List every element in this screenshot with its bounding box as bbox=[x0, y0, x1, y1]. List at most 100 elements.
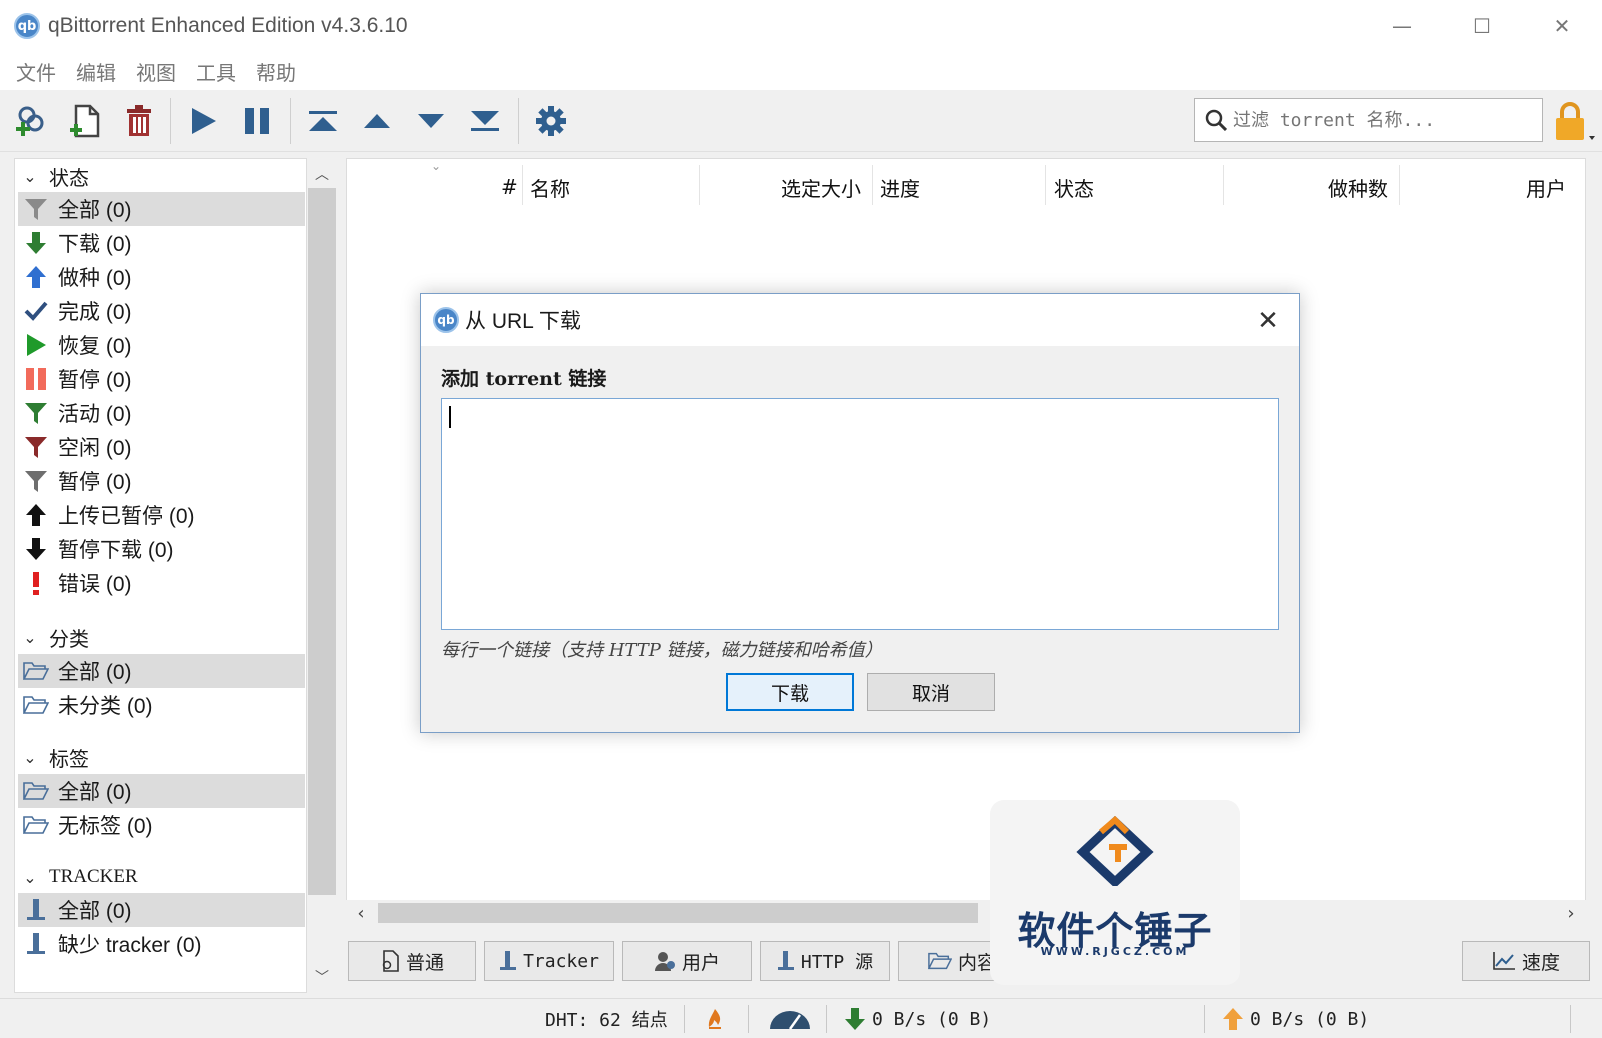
status-item-inactive[interactable]: 空闲 (0) bbox=[18, 430, 305, 464]
options-button[interactable] bbox=[528, 98, 574, 144]
search-box[interactable] bbox=[1194, 98, 1543, 142]
dialog-title-bar: qb 从 URL 下载 ✕ bbox=[421, 294, 1299, 346]
pause-icon bbox=[20, 364, 52, 394]
speed-limit-toggle[interactable] bbox=[768, 1005, 812, 1033]
dht-status: DHT: 62 结点 bbox=[545, 1010, 668, 1031]
dialog-close-button[interactable]: ✕ bbox=[1251, 304, 1285, 338]
column-divider bbox=[522, 165, 523, 205]
status-item-downloading[interactable]: 下载 (0) bbox=[18, 226, 305, 260]
list-horizontal-scrollbar[interactable]: ‹ › bbox=[346, 900, 1586, 926]
move-up-button[interactable] bbox=[354, 98, 400, 144]
app-logo-icon: qb bbox=[433, 307, 459, 333]
column-divider bbox=[699, 165, 700, 205]
tag-item-all[interactable]: 全部 (0) bbox=[18, 774, 305, 808]
scroll-up-icon[interactable]: ︿ bbox=[307, 160, 337, 188]
move-top-button[interactable] bbox=[300, 98, 346, 144]
column-header-seeds[interactable]: 做种数 bbox=[1328, 165, 1388, 209]
category-item-all[interactable]: 全部 (0) bbox=[18, 654, 305, 688]
tag-item-untagged[interactable]: 无标签 (0) bbox=[18, 808, 305, 842]
section-category[interactable]: ⌄ 分类 bbox=[15, 620, 306, 654]
move-down-button[interactable] bbox=[408, 98, 454, 144]
cancel-button[interactable]: 取消 bbox=[867, 673, 995, 711]
column-header-name[interactable]: 名称 bbox=[530, 165, 570, 209]
status-item-stalled[interactable]: 暂停 (0) bbox=[18, 464, 305, 498]
minimize-button[interactable]: — bbox=[1362, 0, 1442, 52]
menu-view[interactable]: 视图 bbox=[126, 57, 186, 86]
column-header-peers[interactable]: 用户 bbox=[1526, 165, 1566, 209]
move-bottom-button[interactable] bbox=[462, 98, 508, 144]
status-item-upload-paused[interactable]: 上传已暂停 (0) bbox=[18, 498, 305, 532]
folder-icon bbox=[20, 776, 52, 806]
lock-button[interactable] bbox=[1552, 100, 1596, 144]
tracker-icon bbox=[500, 951, 517, 970]
category-item-uncategorized[interactable]: 未分类 (0) bbox=[18, 688, 305, 722]
column-header-status[interactable]: 状态 bbox=[1054, 165, 1094, 209]
status-item-seeding[interactable]: 做种 (0) bbox=[18, 260, 305, 294]
scroll-left-icon[interactable]: ‹ bbox=[346, 900, 376, 926]
close-button[interactable]: ✕ bbox=[1522, 0, 1602, 52]
scrollbar-thumb[interactable] bbox=[308, 188, 336, 895]
play-icon bbox=[192, 108, 216, 134]
scrollbar-thumb[interactable] bbox=[378, 903, 978, 923]
status-item-download-paused[interactable]: 暂停下载 (0) bbox=[18, 532, 305, 566]
torrent-links-textarea[interactable] bbox=[441, 398, 1279, 630]
status-separator bbox=[684, 1005, 685, 1033]
column-header-size[interactable]: 选定大小 bbox=[781, 165, 861, 209]
tab-tracker[interactable]: Tracker bbox=[484, 941, 614, 981]
add-torrent-link-button[interactable] bbox=[8, 98, 54, 144]
status-item-all[interactable]: 全部 (0) bbox=[18, 192, 305, 226]
download-button[interactable]: 下载 bbox=[726, 673, 854, 711]
column-divider bbox=[1045, 165, 1046, 205]
scroll-down-icon[interactable]: ﹀ bbox=[307, 963, 337, 991]
download-speed[interactable]: 0 B/s (0 B) bbox=[844, 1005, 991, 1033]
toolbar-separator bbox=[518, 98, 519, 144]
add-torrent-file-button[interactable] bbox=[62, 98, 108, 144]
filter-gray-icon bbox=[20, 194, 52, 224]
checkmark-icon bbox=[20, 296, 52, 326]
tab-peers[interactable]: 用户 bbox=[622, 941, 752, 981]
status-separator bbox=[1570, 1005, 1571, 1033]
text-caret bbox=[449, 406, 451, 428]
sidebar-scrollbar[interactable]: ︿ ﹀ bbox=[307, 158, 337, 993]
section-tags[interactable]: ⌄ 标签 bbox=[15, 740, 306, 774]
scroll-right-icon[interactable]: › bbox=[1556, 900, 1586, 926]
tab-speed[interactable]: 速度 bbox=[1462, 941, 1590, 981]
status-item-resumed[interactable]: 恢复 (0) bbox=[18, 328, 305, 362]
window-title: qBittorrent Enhanced Edition v4.3.6.10 bbox=[48, 14, 408, 37]
status-item-completed[interactable]: 完成 (0) bbox=[18, 294, 305, 328]
tab-http-sources[interactable]: HTTP 源 bbox=[760, 941, 890, 981]
search-icon bbox=[1205, 109, 1227, 131]
menu-file[interactable]: 文件 bbox=[6, 57, 66, 86]
pause-button[interactable] bbox=[234, 98, 280, 144]
status-item-errored[interactable]: 错误 (0) bbox=[18, 566, 305, 600]
column-header-progress[interactable]: 进度 bbox=[880, 165, 920, 209]
tab-general[interactable]: 普通 bbox=[348, 941, 476, 981]
flame-icon bbox=[708, 1009, 721, 1029]
resume-button[interactable] bbox=[180, 98, 226, 144]
tracker-item-all[interactable]: 全部 (0) bbox=[18, 893, 305, 927]
menu-help[interactable]: 帮助 bbox=[246, 57, 306, 86]
connection-status[interactable] bbox=[706, 1005, 724, 1033]
upload-speed[interactable]: 0 B/s (0 B) bbox=[1222, 1005, 1369, 1033]
chevron-down-icon: ⌄ bbox=[23, 867, 37, 887]
column-header-number[interactable]: # bbox=[501, 165, 518, 209]
menu-tools[interactable]: 工具 bbox=[186, 57, 246, 86]
download-paused-icon bbox=[20, 534, 52, 564]
status-separator bbox=[826, 1005, 827, 1033]
tracker-item-trackerless[interactable]: 缺少 tracker (0) bbox=[18, 927, 305, 961]
delete-button[interactable] bbox=[116, 98, 162, 144]
toolbar-separator bbox=[290, 98, 291, 144]
section-tracker[interactable]: ⌄ TRACKER bbox=[15, 860, 306, 894]
status-item-active[interactable]: 活动 (0) bbox=[18, 396, 305, 430]
menu-edit[interactable]: 编辑 bbox=[66, 57, 126, 86]
toolbar-separator bbox=[170, 98, 171, 144]
folder-icon bbox=[20, 656, 52, 686]
search-input[interactable] bbox=[1233, 109, 1523, 131]
add-link-icon bbox=[16, 106, 44, 136]
watermark-url: WWW.RJGCZ.COM bbox=[1040, 945, 1190, 958]
maximize-button[interactable]: ☐ bbox=[1442, 0, 1522, 52]
upload-arrow-icon bbox=[1223, 1008, 1243, 1030]
status-item-paused[interactable]: 暂停 (0) bbox=[18, 362, 305, 396]
section-status[interactable]: ⌄ 状态 bbox=[15, 159, 306, 193]
column-divider bbox=[872, 165, 873, 205]
